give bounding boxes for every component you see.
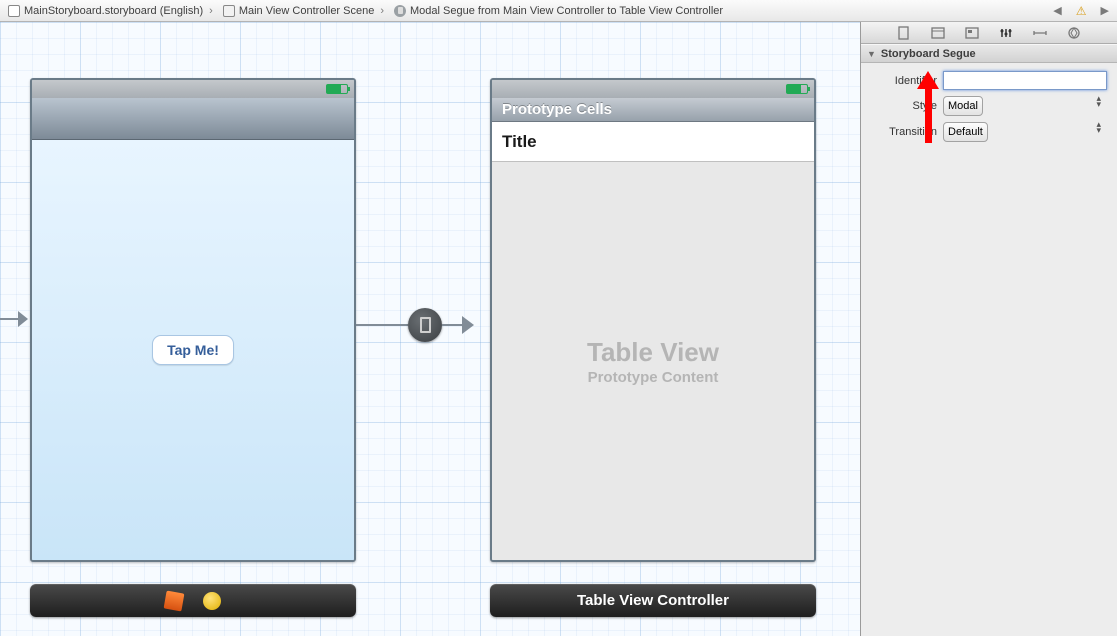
- table-view-placeholder[interactable]: Table View Prototype Content: [492, 162, 814, 560]
- identity-inspector-tab[interactable]: [962, 25, 982, 40]
- dock-label: Table View Controller: [577, 592, 729, 609]
- scene-dock[interactable]: [30, 584, 356, 617]
- connections-inspector-tab[interactable]: [1064, 25, 1084, 40]
- cell-title-label: Title: [502, 132, 537, 152]
- placeholder-subtitle: Prototype Content: [588, 369, 719, 386]
- jump-forward-button[interactable]: ▶: [1099, 4, 1111, 17]
- status-bar: [492, 80, 814, 98]
- breadcrumb-segue-label: Modal Segue from Main View Controller to…: [410, 5, 723, 17]
- transition-select[interactable]: Default: [943, 122, 988, 142]
- section-title: Storyboard Segue: [881, 48, 976, 60]
- identifier-field[interactable]: [943, 71, 1107, 90]
- initial-scene-arrow[interactable]: [0, 318, 18, 320]
- jump-bar: MainStoryboard.storyboard (English) › Ma…: [0, 0, 1117, 22]
- jump-back-button[interactable]: ◀: [1051, 4, 1063, 17]
- breadcrumb-separator: ›: [207, 5, 215, 17]
- view-controller-frame[interactable]: Tap Me!: [30, 78, 356, 562]
- tap-me-button[interactable]: Tap Me!: [152, 335, 234, 365]
- breadcrumb-segue[interactable]: Modal Segue from Main View Controller to…: [386, 0, 727, 21]
- prototype-cells-header: Prototype Cells: [492, 98, 814, 122]
- segue-badge-icon[interactable]: [408, 308, 442, 342]
- storyboard-canvas[interactable]: Tap Me! Prototype Cells Title: [0, 22, 861, 636]
- view-controller-frame[interactable]: Prototype Cells Title Table View Prototy…: [490, 78, 816, 562]
- battery-icon: [786, 84, 808, 94]
- warning-icon[interactable]: ⚠: [1076, 4, 1087, 18]
- breadcrumb-file[interactable]: MainStoryboard.storyboard (English): [0, 0, 207, 21]
- battery-icon: [326, 84, 348, 94]
- status-bar: [32, 80, 354, 98]
- segue-attributes-form: Identifier Style Modal Transition Defaul…: [861, 63, 1117, 142]
- identifier-label: Identifier: [871, 75, 937, 87]
- prototype-cell[interactable]: Title: [492, 122, 814, 162]
- inspector-panel: ▼ Storyboard Segue Identifier Style Moda…: [861, 22, 1117, 636]
- main-view-controller-scene[interactable]: Tap Me!: [30, 78, 356, 617]
- scene-dock[interactable]: Table View Controller: [490, 584, 816, 617]
- modal-segue[interactable]: [356, 308, 474, 342]
- placeholder-title: Table View: [587, 337, 719, 368]
- style-select[interactable]: Modal: [943, 96, 983, 116]
- table-view-controller-scene[interactable]: Prototype Cells Title Table View Prototy…: [490, 78, 816, 617]
- transition-label: Transition: [871, 126, 937, 138]
- breadcrumb-scene[interactable]: Main View Controller Scene: [215, 0, 379, 21]
- disclosure-triangle-icon[interactable]: ▼: [867, 49, 876, 59]
- breadcrumb-scene-label: Main View Controller Scene: [239, 5, 375, 17]
- file-inspector-tab[interactable]: [894, 25, 914, 40]
- inspector-tab-bar: [861, 22, 1117, 44]
- navigation-bar[interactable]: [32, 98, 354, 140]
- segue-section-header[interactable]: ▼ Storyboard Segue: [861, 44, 1117, 63]
- breadcrumb-separator: ›: [378, 5, 386, 17]
- breadcrumb-file-label: MainStoryboard.storyboard (English): [24, 5, 203, 17]
- segue-icon: [394, 5, 406, 17]
- view-controller-icon[interactable]: [203, 592, 221, 610]
- first-responder-icon[interactable]: [164, 590, 185, 611]
- scene-icon: [223, 5, 235, 17]
- storyboard-file-icon: [8, 5, 20, 17]
- size-inspector-tab[interactable]: [1030, 25, 1050, 40]
- style-label: Style: [871, 100, 937, 112]
- attributes-inspector-tab[interactable]: [996, 25, 1016, 40]
- quick-help-tab[interactable]: [928, 25, 948, 40]
